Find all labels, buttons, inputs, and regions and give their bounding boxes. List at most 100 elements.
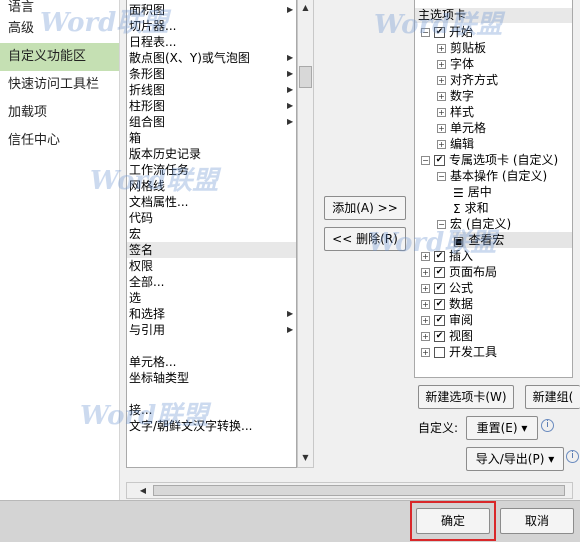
tree-node[interactable]: Σ 求和 (453, 200, 489, 216)
tree-node[interactable]: − 宏 (自定义) (437, 216, 511, 232)
collapse-icon[interactable]: − (421, 28, 430, 37)
tab-checkbox[interactable]: ✔ (434, 267, 445, 278)
tree-node[interactable]: + 开发工具 (421, 344, 497, 360)
expand-icon[interactable]: + (437, 108, 446, 117)
tree-node[interactable]: − ✔ 专属选项卡 (自定义) (421, 152, 558, 168)
info-icon: i (541, 419, 554, 432)
tree-node[interactable]: + 字体 (437, 56, 474, 72)
nav-item[interactable]: 高级 (0, 15, 119, 43)
tree-node-label: 样式 (450, 105, 475, 119)
expand-icon[interactable]: + (421, 348, 430, 357)
command-item[interactable]: 与引用 ▶ (127, 322, 296, 338)
command-item[interactable]: 坐标轴类型 (127, 370, 296, 386)
command-item[interactable]: 网格线 (127, 178, 296, 194)
command-item[interactable] (127, 434, 296, 450)
expand-icon[interactable]: + (437, 92, 446, 101)
tree-node[interactable]: − 基本操作 (自定义) (437, 168, 547, 184)
command-item[interactable]: 单元格... (127, 354, 296, 370)
command-list[interactable]: 面积图 ▶ 切片器... 日程表... 散点图(X、Y)或气泡图 ▶ 条形图 ▶ 折线图 ▶ 柱形图… (126, 0, 297, 468)
tab-checkbox[interactable]: ✔ (434, 315, 445, 326)
ribbon-tree[interactable]: 主选项卡 − ✔ 开始 + 剪贴板 + 字体 + 对齐方式 + 数字 + 样式 + 单元格 + 编辑 − ✔ 专属选项… (414, 0, 573, 378)
new-group-button[interactable]: 新建组( (525, 385, 580, 409)
nav-item[interactable]: 语言 (0, 0, 119, 15)
tab-checkbox[interactable]: ✔ (434, 283, 445, 294)
tree-node[interactable]: ☰ 居中 (453, 184, 492, 200)
nav-item[interactable]: 信任中心 (0, 127, 119, 155)
tree-node[interactable]: + ✔ 页面布局 (421, 264, 497, 280)
tab-checkbox[interactable] (434, 347, 445, 358)
command-item[interactable]: 签名 (127, 242, 296, 258)
command-item[interactable]: 文档属性... (127, 194, 296, 210)
import-export-button[interactable]: 导入/导出(P) ▾ (466, 447, 564, 471)
scroll-up-icon[interactable]: ▲ (299, 0, 312, 15)
add-button[interactable]: 添加(A) >> (324, 196, 406, 220)
reset-button[interactable]: 重置(E) ▾ (466, 416, 538, 440)
command-item[interactable]: 组合图 ▶ (127, 114, 296, 130)
scroll-left-icon[interactable]: ◀ (137, 483, 149, 498)
expand-icon[interactable]: + (421, 316, 430, 325)
scroll-down-icon[interactable]: ▼ (299, 450, 312, 465)
command-item[interactable]: 散点图(X、Y)或气泡图 ▶ (127, 50, 296, 66)
tree-node[interactable]: + 单元格 (437, 120, 486, 136)
command-item[interactable]: 折线图 ▶ (127, 82, 296, 98)
collapse-icon[interactable]: − (437, 172, 446, 181)
expand-icon[interactable]: + (421, 252, 430, 261)
tree-node[interactable]: + 对齐方式 (437, 72, 498, 88)
command-item[interactable]: 日程表... (127, 34, 296, 50)
command-item[interactable]: 选 (127, 290, 296, 306)
command-item[interactable]: 文字/朝鲜文汉字转换... (127, 418, 296, 434)
tree-node[interactable]: − ✔ 开始 (421, 24, 473, 40)
tree-node[interactable]: + ✔ 审阅 (421, 312, 473, 328)
command-item[interactable]: 切片器... (127, 18, 296, 34)
command-item[interactable]: 全部... (127, 274, 296, 290)
tree-node[interactable]: + 样式 (437, 104, 474, 120)
tree-node[interactable]: + ✔ 插入 (421, 248, 473, 264)
tree-node[interactable]: + ✔ 视图 (421, 328, 473, 344)
tab-checkbox[interactable]: ✔ (434, 331, 445, 342)
collapse-icon[interactable]: − (421, 156, 430, 165)
tree-node[interactable]: + ✔ 公式 (421, 280, 473, 296)
expand-icon[interactable]: + (437, 60, 446, 69)
cancel-button[interactable]: 取消 (500, 508, 574, 534)
tree-node[interactable]: ▣ 查看宏 (453, 232, 572, 248)
expand-icon[interactable]: + (421, 300, 430, 309)
tab-checkbox[interactable]: ✔ (434, 251, 445, 262)
tab-checkbox[interactable]: ✔ (434, 299, 445, 310)
tree-node[interactable]: + 剪贴板 (437, 40, 486, 56)
nav-item[interactable]: 快速访问工具栏 (0, 71, 119, 99)
command-item[interactable]: 工作流任务 (127, 162, 296, 178)
command-item[interactable]: 条形图 ▶ (127, 66, 296, 82)
expand-icon[interactable]: + (421, 332, 430, 341)
expand-icon[interactable]: + (421, 268, 430, 277)
remove-button[interactable]: << 删除(R) (324, 227, 406, 251)
tab-checkbox[interactable]: ✔ (434, 27, 445, 38)
command-item[interactable]: 和选择 ▶ (127, 306, 296, 322)
tree-node[interactable]: + ✔ 数据 (421, 296, 473, 312)
command-item[interactable] (127, 338, 296, 354)
scroll-thumb[interactable] (299, 66, 312, 88)
expand-icon[interactable]: + (437, 76, 446, 85)
tab-checkbox[interactable]: ✔ (434, 155, 445, 166)
command-item[interactable]: 箱 (127, 130, 296, 146)
nav-item[interactable]: 加载项 (0, 99, 119, 127)
command-item[interactable]: 权限 (127, 258, 296, 274)
command-item[interactable]: 柱形图 ▶ (127, 98, 296, 114)
collapse-icon[interactable]: − (437, 220, 446, 229)
expand-icon[interactable]: + (437, 124, 446, 133)
command-item[interactable]: 面积图 ▶ (127, 2, 296, 18)
command-item[interactable] (127, 386, 296, 402)
expand-icon[interactable]: + (421, 284, 430, 293)
command-item[interactable]: 版本历史记录 (127, 146, 296, 162)
command-item[interactable]: 代码 (127, 210, 296, 226)
expand-icon[interactable]: + (437, 44, 446, 53)
command-item[interactable]: 接... (127, 402, 296, 418)
horizontal-scroll-thumb[interactable] (153, 485, 565, 496)
tree-node[interactable]: + 编辑 (437, 136, 474, 152)
new-tab-button[interactable]: 新建选项卡(W) (418, 385, 514, 409)
command-list-scrollbar[interactable]: ▲ ▼ (297, 0, 314, 468)
horizontal-scrollbar[interactable]: ◀ (126, 482, 573, 499)
tree-node[interactable]: + 数字 (437, 88, 474, 104)
command-item[interactable]: 宏 (127, 226, 296, 242)
expand-icon[interactable]: + (437, 140, 446, 149)
nav-item[interactable]: 自定义功能区 (0, 43, 119, 71)
